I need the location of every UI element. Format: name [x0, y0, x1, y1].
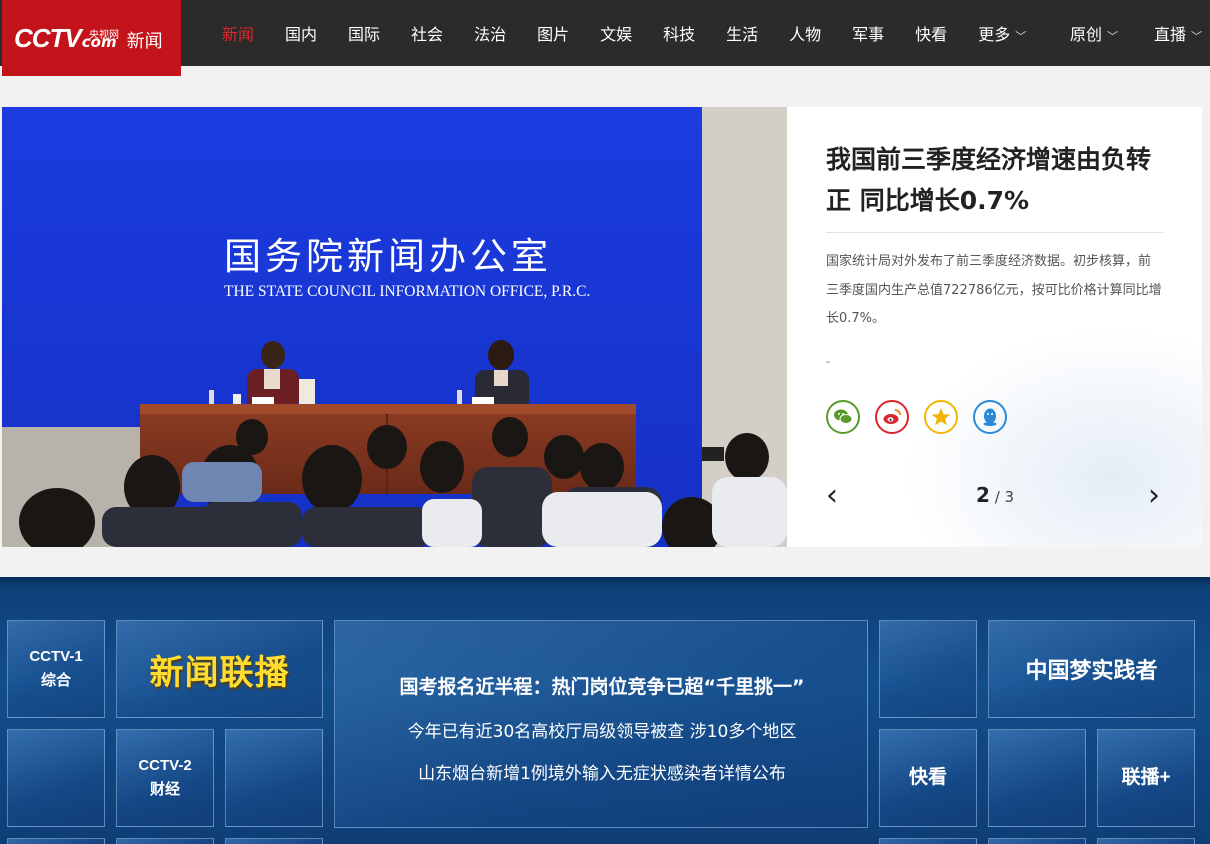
chevron-down-icon: ﹀ — [1191, 30, 1202, 43]
headline-link[interactable]: 我国前三季度经济增速由负转正 同比增长0.7% — [826, 139, 1171, 221]
news-link[interactable]: 国考报名近半程：热门岗位竞争已超“千里挑一” — [335, 672, 869, 699]
tile-empty[interactable] — [225, 729, 323, 827]
press-conference-photo: 国务院新闻办公室 THE STATE COUNCIL INFORMATION O… — [2, 107, 787, 547]
news-link[interactable]: 今年已有近30名高校厅局级领导被查 涉10多个地区 — [335, 717, 869, 742]
tile-empty[interactable] — [116, 838, 214, 844]
tile-xinwen-lianbo[interactable]: 新闻联播 — [116, 620, 323, 718]
banner-cn-text: 国务院新闻办公室 — [224, 235, 552, 278]
tile-kuaikan-label: 快看 — [908, 767, 947, 788]
tile-cctv2-title: CCTV-2 — [138, 757, 192, 774]
tile-cctv1-subtitle: 综合 — [40, 672, 71, 689]
nav-item-quicklook[interactable]: 快看 — [915, 21, 947, 45]
current-slide: 2 — [976, 483, 990, 507]
nav-item-entertainment[interactable]: 文娱 — [600, 21, 632, 45]
tile-empty[interactable] — [988, 838, 1086, 844]
nav-more-label: 更多 — [978, 25, 1011, 44]
tile-cctv2[interactable]: CCTV-2 财经 — [116, 729, 214, 827]
channel-band: CCTV-1 综合 新闻联播 国考报名近半程：热门岗位竞争已超“千里挑一” 今年… — [0, 577, 1210, 844]
tile-empty[interactable] — [1097, 838, 1195, 844]
slide-counter: 2 / 3 — [976, 483, 1014, 507]
banner-en-text: THE STATE COUNCIL INFORMATION OFFICE, P.… — [224, 283, 590, 300]
top-navigation-bar: CCTV com 央视网 新闻 新闻 国内 国际 社会 法治 图片 文娱 科技 … — [0, 0, 1210, 76]
nav-item-life[interactable]: 生活 — [726, 21, 758, 45]
xinwen-lianbo-logo: 新闻联播 — [149, 652, 290, 693]
separator-dot — [826, 361, 830, 363]
share-buttons — [826, 400, 1022, 434]
nav-item-society[interactable]: 社会 — [411, 21, 443, 45]
tile-empty[interactable] — [225, 838, 323, 844]
news-link[interactable]: 山东烟台新增1例境外输入无症状感染者详情公布 — [335, 759, 869, 784]
divider — [826, 232, 1163, 233]
nav-original-label: 原创 — [1069, 25, 1102, 44]
tile-lianbo-plus-label: 联播+ — [1121, 767, 1171, 788]
tile-empty[interactable] — [988, 729, 1086, 827]
hero-info-panel: 我国前三季度经济增速由负转正 同比增长0.7% 国家统计局对外发布了前三季度经济… — [787, 107, 1202, 547]
nav-item-law[interactable]: 法治 — [474, 21, 506, 45]
next-slide-button[interactable]: › — [1148, 481, 1160, 511]
logo-small-text: 央视网 — [89, 30, 119, 41]
tile-empty[interactable] — [7, 838, 105, 844]
nav-item-people[interactable]: 人物 — [789, 21, 821, 45]
qzone-icon[interactable] — [924, 400, 958, 434]
nav-item-news[interactable]: 新闻 — [222, 21, 254, 45]
nav-item-international[interactable]: 国际 — [348, 21, 380, 45]
nav-item-live[interactable]: 直播 ﹀ — [1154, 21, 1202, 45]
tile-china-dream-label: 中国梦实践者 — [1025, 659, 1158, 684]
prev-slide-button[interactable]: ‹ — [826, 481, 838, 511]
main-nav: 新闻 国内 国际 社会 法治 图片 文娱 科技 生活 人物 军事 快看 更多 ﹀ — [222, 0, 1057, 66]
tile-cctv1[interactable]: CCTV-1 综合 — [7, 620, 105, 718]
logo-brand: CCTV — [14, 22, 82, 53]
tile-cctv1-title: CCTV-1 — [29, 648, 83, 665]
logo-section: 新闻 — [126, 31, 163, 52]
tile-empty[interactable] — [879, 620, 977, 718]
tile-empty[interactable] — [7, 729, 105, 827]
nav-item-military[interactable]: 军事 — [852, 21, 884, 45]
tile-china-dream[interactable]: 中国梦实践者 — [988, 620, 1195, 718]
nav-item-photos[interactable]: 图片 — [537, 21, 569, 45]
tile-cctv2-subtitle: 财经 — [149, 781, 180, 798]
tile-lianbo-plus[interactable]: 联播+ — [1097, 729, 1195, 827]
news-headlines-tile: 国考报名近半程：热门岗位竞争已超“千里挑一” 今年已有近30名高校厅局级领导被查… — [334, 620, 868, 828]
tile-kuaikan[interactable]: 快看 — [879, 729, 977, 827]
panel-background-glow — [902, 327, 1202, 547]
hero-image[interactable]: 国务院新闻办公室 THE STATE COUNCIL INFORMATION O… — [2, 107, 787, 547]
chevron-down-icon: ﹀ — [1015, 30, 1027, 43]
nav-item-original[interactable]: 原创 ﹀ — [1070, 21, 1118, 45]
tile-empty[interactable] — [879, 838, 977, 844]
carousel-pager: ‹ 2 / 3 › — [826, 479, 1163, 513]
nav-item-domestic[interactable]: 国内 — [285, 21, 317, 45]
qq-icon[interactable] — [973, 400, 1007, 434]
nav-live-label: 直播 — [1153, 25, 1186, 44]
nav-right: 原创 ﹀ 直播 ﹀ — [1034, 0, 1202, 66]
cctv-news-logo[interactable]: CCTV com 央视网 新闻 — [2, 0, 181, 76]
headline-summary: 国家统计局对外发布了前三季度经济数据。初步核算，前三季度国内生产总值722786… — [826, 254, 1162, 326]
nav-item-more[interactable]: 更多 ﹀ — [978, 21, 1026, 45]
total-slides: / 3 — [994, 488, 1015, 506]
weibo-icon[interactable] — [875, 400, 909, 434]
nav-item-tech[interactable]: 科技 — [663, 21, 695, 45]
wechat-icon[interactable] — [826, 400, 860, 434]
chevron-down-icon: ﹀ — [1106, 30, 1118, 43]
